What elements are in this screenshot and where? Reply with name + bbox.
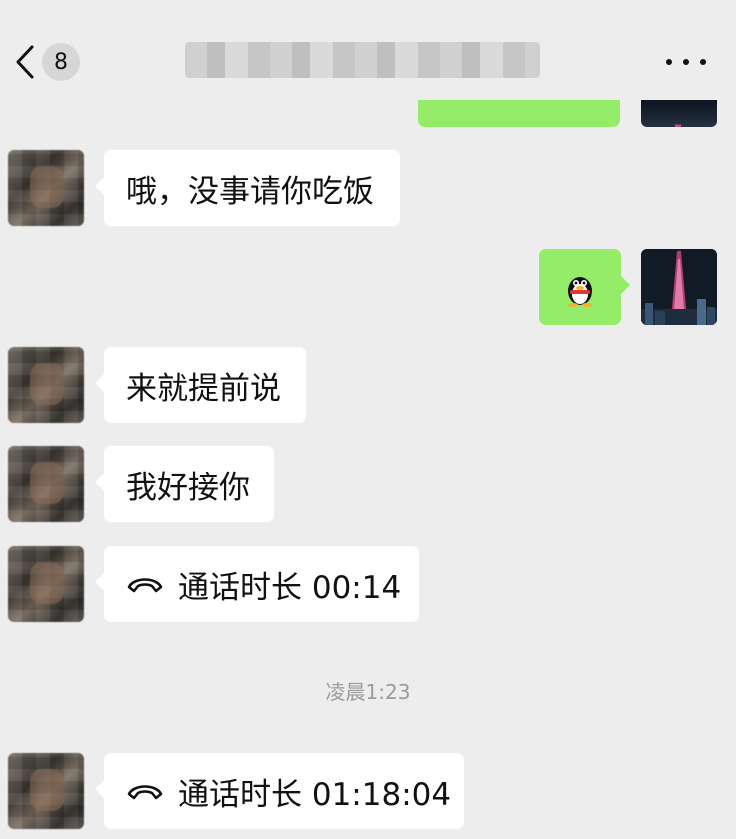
chevron-left-icon — [8, 40, 42, 84]
contact-avatar[interactable] — [8, 150, 84, 226]
chat-header: 8 — [0, 0, 736, 100]
self-avatar[interactable] — [641, 249, 717, 325]
incoming-message[interactable]: 来就提前说 — [95, 347, 306, 423]
penguin-sticker-icon — [561, 269, 599, 311]
more-options-button[interactable] — [666, 50, 706, 74]
contact-avatar[interactable] — [8, 446, 84, 522]
dot-icon — [666, 59, 672, 65]
chat-title-blurred — [185, 42, 540, 78]
incoming-message[interactable]: 我好接你 — [95, 446, 274, 522]
outgoing-message-partial[interactable] — [418, 100, 620, 127]
back-button[interactable]: 8 — [8, 40, 80, 84]
outgoing-sticker-message[interactable] — [539, 249, 630, 325]
chat-timestamp: 凌晨1:23 — [325, 680, 411, 704]
message-text: 哦，没事请你吃饭 — [126, 173, 374, 210]
self-avatar[interactable] — [641, 100, 717, 127]
message-text: 我好接你 — [126, 469, 250, 506]
unread-count-badge: 8 — [42, 43, 80, 81]
message-text: 来就提前说 — [126, 370, 281, 407]
contact-avatar[interactable] — [8, 546, 84, 622]
incoming-message[interactable]: 哦，没事请你吃饭 — [95, 150, 400, 226]
tower-image-icon — [641, 249, 717, 325]
tower-image-icon — [675, 124, 681, 127]
phone-hangup-icon — [126, 779, 164, 803]
call-record-message[interactable]: 通话时长 01:18:04 — [95, 753, 464, 829]
contact-avatar[interactable] — [8, 347, 84, 423]
call-duration-text: 通话时长 01:18:04 — [178, 776, 452, 813]
dot-icon — [683, 59, 689, 65]
call-record-message[interactable]: 通话时长 00:14 — [95, 546, 419, 622]
contact-avatar[interactable] — [8, 753, 84, 829]
dot-icon — [700, 59, 706, 65]
phone-hangup-icon — [126, 572, 164, 596]
call-duration-text: 通话时长 00:14 — [178, 569, 402, 606]
